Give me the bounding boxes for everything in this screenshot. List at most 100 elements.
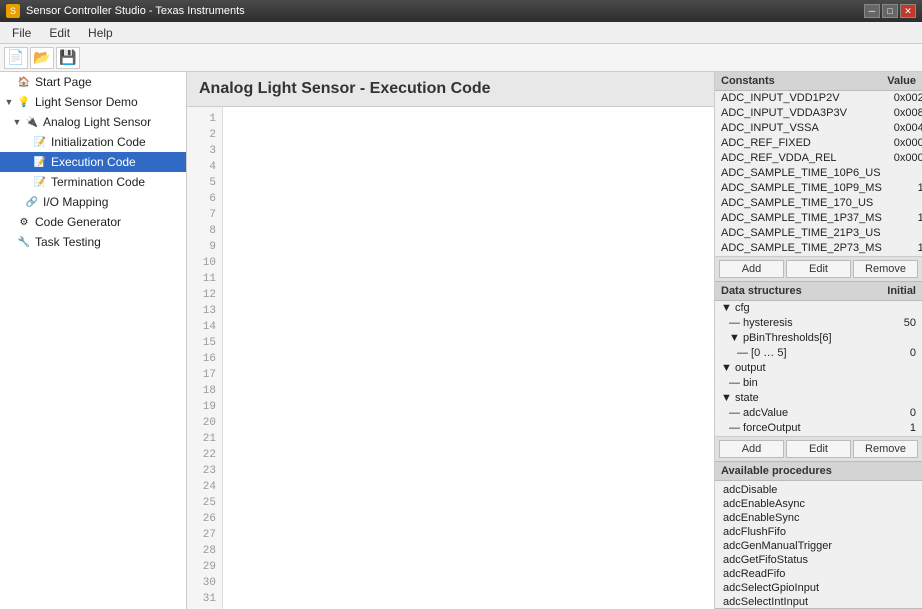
sidebar-item-analog-light-sensor[interactable]: ▼ 🔌 Analog Light Sensor [0, 112, 186, 132]
sidebar-label-task-testing: Task Testing [35, 235, 101, 249]
menu-help[interactable]: Help [80, 24, 121, 42]
ds-label: — [0 … 5] [715, 346, 888, 361]
line-number: 5 [187, 175, 222, 191]
constant-value: 15 [888, 181, 922, 196]
constant-name: ADC_INPUT_VSSA [715, 121, 888, 136]
line-number: 9 [187, 239, 222, 255]
table-row[interactable]: — [0 … 5]0 [715, 346, 922, 361]
menu-edit[interactable]: Edit [41, 24, 78, 42]
table-row[interactable]: ADC_INPUT_VDDA3P3V0x0080 [715, 106, 922, 121]
constants-header: Constants Value [715, 72, 922, 91]
table-row[interactable]: ADC_INPUT_VSSA0x0040 [715, 121, 922, 136]
list-item[interactable]: adcFlushFifo [715, 525, 922, 539]
list-item[interactable]: adcEnableAsync [715, 497, 922, 511]
table-row[interactable]: ▼ state [715, 391, 922, 406]
list-item[interactable]: adcGetFifoStatus [715, 553, 922, 567]
ds-add-button[interactable]: Add [719, 440, 784, 458]
code-content[interactable] [223, 107, 714, 609]
line-number: 1 [187, 111, 222, 127]
table-row[interactable]: ▼ output [715, 361, 922, 376]
exec-code-icon: 📝 [32, 154, 48, 170]
constants-table: ADC_INPUT_VDD1P2V0x0020ADC_INPUT_VDDA3P3… [715, 91, 922, 256]
close-button[interactable]: ✕ [900, 4, 916, 18]
sidebar-item-initialization-code[interactable]: 📝 Initialization Code [0, 132, 186, 152]
list-item[interactable]: adcSelectIntInput [715, 595, 922, 608]
constants-add-button[interactable]: Add [719, 260, 784, 278]
sidebar-item-execution-code[interactable]: 📝 Execution Code [0, 152, 186, 172]
expand-icon-light-sensor: ▼ [4, 97, 14, 107]
table-row[interactable]: ADC_SAMPLE_TIME_10P6_US5 [715, 166, 922, 181]
table-row[interactable]: ▼ cfg [715, 301, 922, 316]
line-number: 29 [187, 559, 222, 575]
list-item[interactable]: adcEnableSync [715, 511, 922, 525]
code-editor[interactable]: 1234567891011121314151617181920212223242… [187, 107, 714, 609]
ds-remove-button[interactable]: Remove [853, 440, 918, 458]
table-row[interactable]: — bin [715, 376, 922, 391]
table-row[interactable]: ADC_SAMPLE_TIME_10P9_MS15 [715, 181, 922, 196]
line-numbers: 1234567891011121314151617181920212223242… [187, 107, 223, 609]
app-title: Sensor Controller Studio - Texas Instrum… [26, 5, 245, 17]
sidebar-item-task-testing[interactable]: 🔧 Task Testing [0, 232, 186, 252]
ds-label: ▼ cfg [715, 301, 888, 316]
constants-scroll[interactable]: ADC_INPUT_VDD1P2V0x0020ADC_INPUT_VDDA3P3… [715, 91, 922, 256]
table-row[interactable]: — hysteresis50 [715, 316, 922, 331]
table-row[interactable]: ADC_REF_FIXED0x0000 [715, 136, 922, 151]
sidebar-item-start-page[interactable]: 🏠 Start Page [0, 72, 186, 92]
sidebar-item-termination-code[interactable]: 📝 Termination Code [0, 172, 186, 192]
data-structures-title: Data structures [721, 285, 802, 297]
sidebar-label-termination-code: Termination Code [51, 175, 145, 189]
minimize-button[interactable]: ─ [864, 4, 880, 18]
table-row[interactable]: ADC_REF_VDDA_REL0x0008 [715, 151, 922, 166]
sidebar-item-light-sensor-demo[interactable]: ▼ 💡 Light Sensor Demo [0, 92, 186, 112]
table-row[interactable]: ▼ pBinThresholds[6] [715, 331, 922, 346]
ds-label: ▼ pBinThresholds[6] [715, 331, 888, 346]
procedures-list[interactable]: adcDisableadcEnableAsyncadcEnableSyncadc… [715, 481, 922, 608]
task-test-expand-icon [4, 237, 14, 247]
table-row[interactable]: — adcValue0 [715, 406, 922, 421]
right-panel: Constants Value ADC_INPUT_VDD1P2V0x0020A… [714, 72, 922, 609]
constant-name: ADC_INPUT_VDDA3P3V [715, 106, 888, 121]
table-row[interactable]: — forceOutput1 [715, 421, 922, 436]
line-number: 28 [187, 543, 222, 559]
line-number: 15 [187, 335, 222, 351]
menu-file[interactable]: File [4, 24, 39, 42]
sidebar: 🏠 Start Page ▼ 💡 Light Sensor Demo ▼ 🔌 A… [0, 72, 187, 609]
constant-name: ADC_SAMPLE_TIME_1P37_MS [715, 211, 888, 226]
list-item[interactable]: adcSelectGpioInput [715, 581, 922, 595]
analog-light-sensor-icon: 🔌 [24, 114, 40, 130]
list-item[interactable]: adcReadFifo [715, 567, 922, 581]
table-row[interactable]: ADC_SAMPLE_TIME_1P37_MS12 [715, 211, 922, 226]
sidebar-item-io-mapping[interactable]: 🔗 I/O Mapping [0, 192, 186, 212]
data-structures-scroll[interactable]: ▼ cfg— hysteresis50▼ pBinThresholds[6]— … [715, 301, 922, 436]
line-number: 4 [187, 159, 222, 175]
constant-value: 0x0080 [888, 106, 922, 121]
table-row[interactable]: ADC_INPUT_VDD1P2V0x0020 [715, 91, 922, 106]
maximize-button[interactable]: □ [882, 4, 898, 18]
table-row[interactable]: ADC_SAMPLE_TIME_2P73_MS13 [715, 241, 922, 256]
list-item[interactable]: adcDisable [715, 483, 922, 497]
data-structures-section: Data structures Initial ▼ cfg— hysteresi… [715, 282, 922, 462]
code-gen-expand-icon [4, 217, 14, 227]
constant-name: ADC_SAMPLE_TIME_10P6_US [715, 166, 888, 181]
table-row[interactable]: ADC_SAMPLE_TIME_170_US9 [715, 196, 922, 211]
line-number: 8 [187, 223, 222, 239]
line-number: 26 [187, 511, 222, 527]
ds-edit-button[interactable]: Edit [786, 440, 851, 458]
ds-action-bar: Add Edit Remove [715, 436, 922, 461]
expand-icon [4, 77, 14, 87]
save-button[interactable]: 💾 [56, 47, 80, 69]
list-item[interactable]: adcGenManualTrigger [715, 539, 922, 553]
line-number: 20 [187, 415, 222, 431]
constants-remove-button[interactable]: Remove [853, 260, 918, 278]
constant-name: ADC_SAMPLE_TIME_170_US [715, 196, 888, 211]
content-area: Analog Light Sensor - Execution Code 123… [187, 72, 714, 609]
constants-edit-button[interactable]: Edit [786, 260, 851, 278]
line-number: 27 [187, 527, 222, 543]
constant-name: ADC_SAMPLE_TIME_10P9_MS [715, 181, 888, 196]
open-button[interactable]: 📂 [30, 47, 54, 69]
data-structures-table: ▼ cfg— hysteresis50▼ pBinThresholds[6]— … [715, 301, 922, 436]
new-button[interactable]: 📄 [4, 47, 28, 69]
sidebar-item-code-generator[interactable]: ⚙ Code Generator [0, 212, 186, 232]
procedures-header: Available procedures [715, 462, 922, 481]
table-row[interactable]: ADC_SAMPLE_TIME_21P3_US6 [715, 226, 922, 241]
